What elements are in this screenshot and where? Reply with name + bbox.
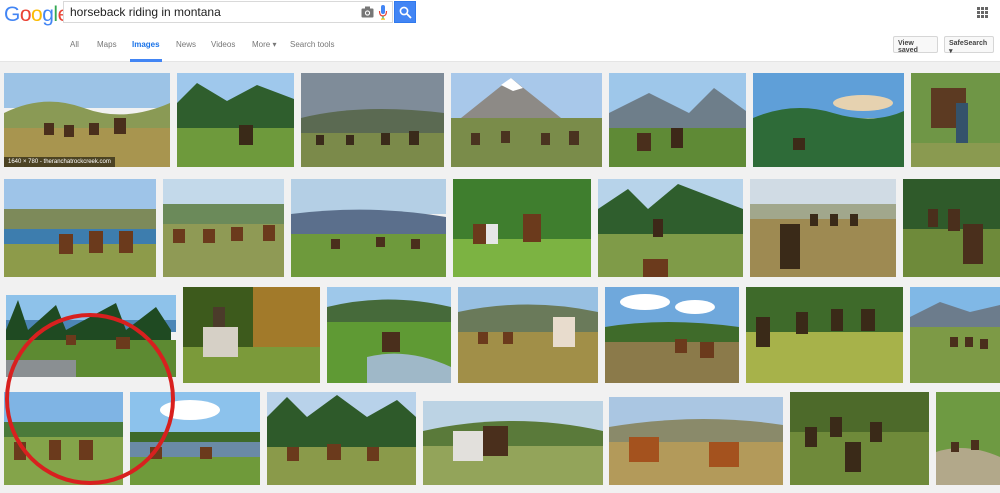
image-result[interactable] xyxy=(910,287,1000,383)
image-result[interactable] xyxy=(183,287,320,383)
google-logo[interactable]: Google xyxy=(4,3,69,27)
search-box xyxy=(63,1,393,23)
image-caption: 1640 × 780 - theranchatrockcreek.com xyxy=(4,157,115,167)
tab-maps[interactable]: Maps xyxy=(97,40,117,49)
logo-letter: G xyxy=(4,3,20,26)
image-result[interactable]: 1640 × 780 - theranchatrockcreek.com xyxy=(4,73,170,167)
tab-all[interactable]: All xyxy=(70,40,79,49)
apps-grid-icon[interactable] xyxy=(977,7,988,18)
image-result[interactable] xyxy=(291,179,446,277)
search-input[interactable] xyxy=(70,5,360,19)
logo-letter: g xyxy=(42,3,54,26)
tab-more[interactable]: More ▾ xyxy=(252,40,276,49)
tab-news[interactable]: News xyxy=(176,40,196,49)
image-result[interactable] xyxy=(790,392,929,485)
nav-tabs: All Maps Images News Videos More ▾ Searc… xyxy=(0,36,1000,62)
mic-icon[interactable] xyxy=(378,5,388,20)
image-result[interactable] xyxy=(753,73,904,167)
image-result[interactable] xyxy=(458,287,598,383)
magnifier-icon xyxy=(399,6,412,19)
top-bar: Google All Maps Images News Videos More xyxy=(0,0,1000,62)
image-result[interactable] xyxy=(267,392,416,485)
image-results-grid: 1640 × 780 - theranchatrockcreek.com xyxy=(0,62,1000,493)
image-result[interactable] xyxy=(453,179,591,277)
view-saved-button[interactable]: View saved xyxy=(893,36,938,54)
image-result[interactable] xyxy=(451,73,602,167)
search-button[interactable] xyxy=(394,1,416,23)
image-result[interactable] xyxy=(609,397,783,485)
logo-letter: o xyxy=(31,3,43,26)
image-result[interactable] xyxy=(177,73,294,167)
image-result[interactable] xyxy=(911,73,1000,167)
image-result[interactable] xyxy=(6,295,176,377)
image-result[interactable] xyxy=(4,179,156,277)
camera-icon[interactable] xyxy=(361,6,374,18)
image-result[interactable] xyxy=(750,179,896,277)
image-result[interactable] xyxy=(327,287,451,383)
image-result[interactable] xyxy=(301,73,444,167)
safesearch-button[interactable]: SafeSearch ▾ xyxy=(944,36,994,55)
image-result[interactable] xyxy=(936,392,1000,485)
tab-search-tools[interactable]: Search tools xyxy=(290,40,334,49)
image-result[interactable] xyxy=(746,287,903,383)
image-result[interactable] xyxy=(130,392,260,485)
tab-videos[interactable]: Videos xyxy=(211,40,235,49)
image-result[interactable] xyxy=(598,179,743,277)
image-result[interactable] xyxy=(609,73,746,167)
image-result[interactable] xyxy=(163,179,284,277)
tab-images[interactable]: Images xyxy=(132,40,160,49)
image-result[interactable] xyxy=(423,401,603,485)
image-result[interactable] xyxy=(605,287,739,383)
image-result[interactable] xyxy=(903,179,1000,277)
logo-letter: o xyxy=(19,3,32,26)
image-result[interactable] xyxy=(4,392,123,485)
